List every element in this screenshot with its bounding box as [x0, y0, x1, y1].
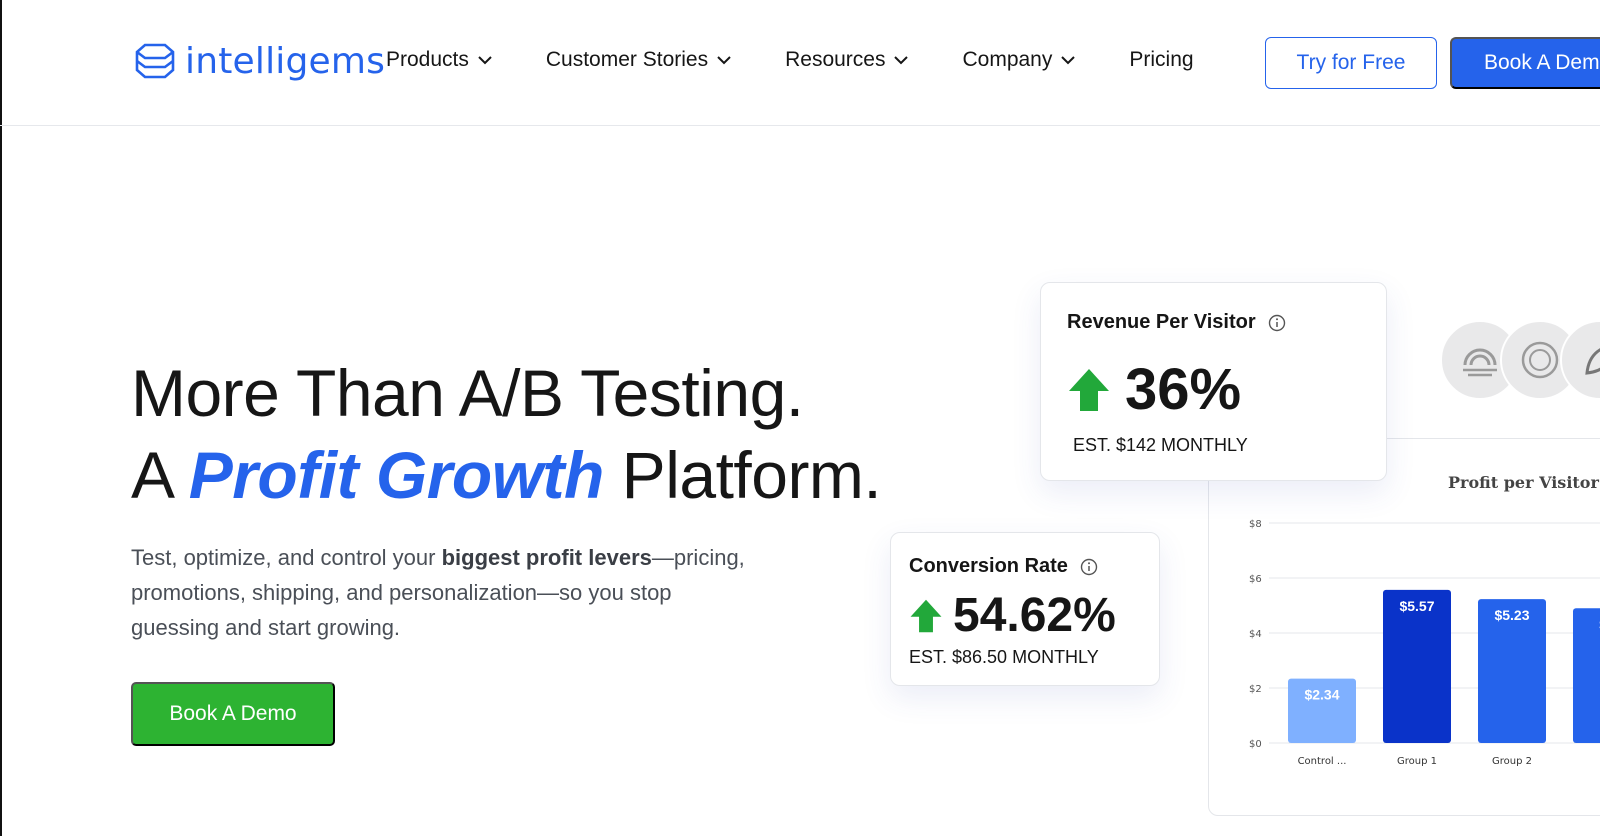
info-icon[interactable] [1268, 314, 1286, 332]
metric-estimate: EST. $142 MONTHLY [1073, 435, 1248, 455]
hero-title: More Than A/B Testing. A Profit Growth P… [131, 352, 882, 516]
leaf-logo-icon [1585, 348, 1600, 375]
logo-text: intelligems [185, 40, 386, 82]
menu-item-products[interactable]: Products [386, 48, 492, 72]
chart-category-label: Control ... [1298, 756, 1347, 767]
badge-logo-icon [1521, 341, 1559, 379]
chart-category-label: Group 2 [1492, 756, 1532, 767]
chart-y-tick-label: $2 [1249, 684, 1262, 695]
menu-item-resources[interactable]: Resources [785, 48, 909, 72]
customer-logos [1440, 320, 1600, 400]
chart-data-label: $5.23 [1494, 607, 1529, 623]
chart-y-tick-label: $6 [1249, 574, 1262, 585]
hero-title-line1: More Than A/B Testing. [131, 356, 804, 430]
conversion-rate-card: Conversion Rate 54.62% EST. $86.50 MONTH… [890, 532, 1160, 686]
card-title-text: Revenue Per Visitor [1067, 311, 1256, 333]
menu-item-company[interactable]: Company [962, 48, 1076, 72]
book-demo-hero-button[interactable]: Book A Demo [131, 682, 335, 746]
menu-item-label: Customer Stories [545, 48, 709, 71]
hero-subtitle-bold: biggest profit levers [441, 545, 652, 570]
main-menu: Products Customer Stories Resources Comp… [386, 48, 1194, 72]
metric-row: 54.62% [909, 588, 1141, 643]
hero-title-prefix: A [131, 438, 189, 512]
metric-estimate: EST. $86.50 MONTHLY [909, 647, 1099, 667]
hero-title-suffix: Platform. [603, 438, 882, 512]
card-title: Conversion Rate [909, 555, 1141, 578]
menu-item-label: Products [386, 48, 469, 71]
card-title-text: Conversion Rate [909, 555, 1068, 577]
try-for-free-button[interactable]: Try for Free [1265, 37, 1437, 89]
chart-y-tick-label: $0 [1249, 739, 1262, 750]
hero-subtitle-start: Test, optimize, and control your [131, 545, 442, 570]
metric-value: 54.62% [953, 589, 1116, 642]
hero-title-accent: Profit Growth [188, 438, 605, 512]
chevron-down-icon [717, 55, 731, 64]
menu-item-label: Company [962, 48, 1053, 71]
metric-value: 36% [1125, 357, 1242, 422]
menu-item-customer-stories[interactable]: Customer Stories [546, 48, 731, 72]
sunrise-logo-icon [1463, 348, 1497, 377]
book-demo-nav-button[interactable]: Book A Demo [1450, 37, 1600, 89]
chart-bar [1573, 608, 1600, 743]
chart-y-tick-label: $4 [1249, 629, 1262, 640]
chevron-down-icon [478, 55, 492, 64]
chart-y-tick-label: $8 [1249, 519, 1262, 530]
profit-per-visitor-chart: Profit per Visitor $0 $2 $4 $6 $8 $2.34 Contro… [1208, 438, 1600, 816]
hero-subtitle: Test, optimize, and control your biggest… [131, 540, 751, 645]
info-icon[interactable] [1080, 558, 1098, 576]
menu-item-pricing[interactable]: Pricing [1129, 48, 1193, 72]
brand-logo[interactable]: intelligems [131, 40, 385, 82]
metric-row: 36% [1067, 356, 1360, 423]
chart-canvas: $0 $2 $4 $6 $8 $2.34 Control ... $5.57 Group 1 $5… [1249, 519, 1600, 767]
chart-data-label: $5.57 [1399, 598, 1434, 614]
chart-category-label: Group 1 [1397, 756, 1437, 767]
chart-data-label: $2.34 [1304, 687, 1339, 703]
chevron-down-icon [1061, 55, 1076, 64]
top-navigation: intelligems Products Customer Stories Re… [0, 0, 1600, 126]
logo-icon [135, 43, 175, 79]
up-arrow-icon [910, 599, 942, 632]
up-arrow-icon [1069, 368, 1109, 411]
menu-item-label: Pricing [1129, 48, 1194, 71]
revenue-per-visitor-card: Revenue Per Visitor 36% EST. $142 MONTHL… [1040, 282, 1387, 481]
card-title: Revenue Per Visitor [1067, 311, 1360, 334]
menu-item-label: Resources [785, 48, 886, 71]
chevron-down-icon [894, 55, 909, 64]
